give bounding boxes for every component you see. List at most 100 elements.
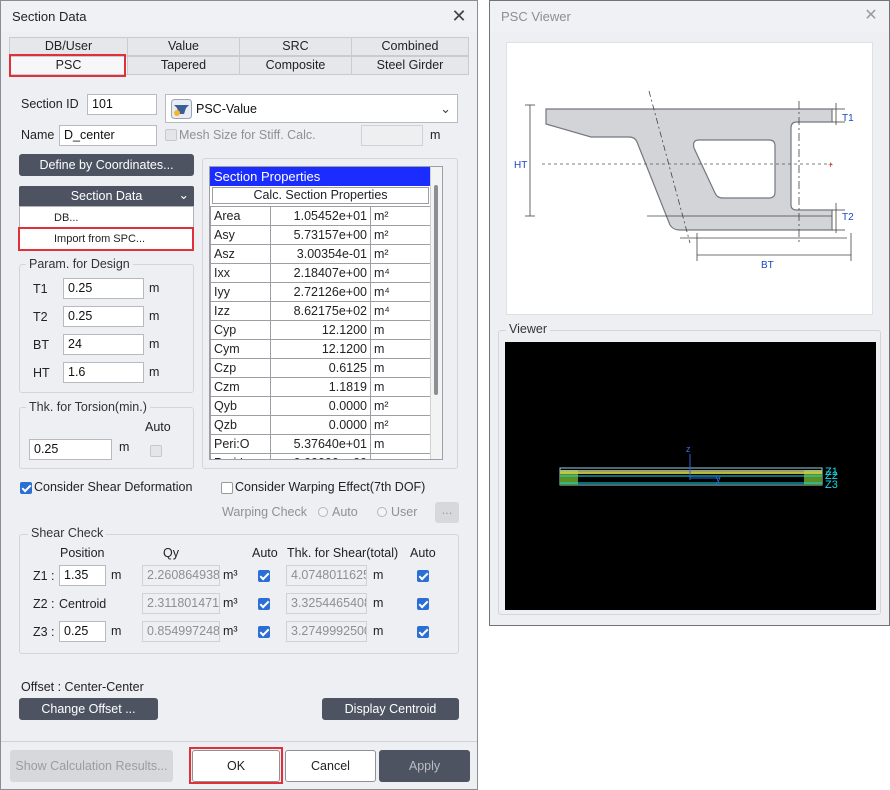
- tab-label: Value: [167, 39, 200, 53]
- property-unit: m⁴: [370, 263, 432, 283]
- dialog-title: Section Data: [12, 9, 87, 24]
- property-name: Asy: [210, 225, 271, 245]
- change-offset-button[interactable]: Change Offset ...: [19, 698, 158, 720]
- z1-thk-field[interactable]: 4.0748011625: [286, 565, 367, 586]
- name-field[interactable]: D_center: [59, 125, 157, 146]
- z1-position-field[interactable]: 1.35: [59, 565, 106, 586]
- warping-options-button[interactable]: ...: [435, 502, 459, 523]
- tab-composite[interactable]: Composite: [239, 56, 352, 75]
- chevron-down-icon: ⌄: [440, 101, 451, 116]
- button-label: Calc. Section Properties: [253, 188, 388, 202]
- highlight-import-spc: [18, 227, 194, 251]
- property-value: 12.1200: [270, 339, 371, 359]
- display-centroid-button[interactable]: Display Centroid: [322, 698, 459, 720]
- show-calculation-results-button[interactable]: Show Calculation Results...: [10, 750, 173, 782]
- section-data-dropdown-button[interactable]: Section Data ⌄: [19, 186, 194, 206]
- mesh-size-field[interactable]: [361, 125, 423, 146]
- property-name: Peri:O: [210, 434, 271, 454]
- z3-qy-field[interactable]: 0.854997248: [142, 621, 220, 642]
- axis-z-label: z: [686, 444, 691, 454]
- z2-qy-unit: m³: [223, 596, 238, 610]
- z3-thk-auto-checkbox[interactable]: [417, 626, 429, 638]
- z2-qy-field[interactable]: 2.3118014718: [142, 593, 220, 614]
- z2-label: Z2 :: [33, 597, 55, 611]
- property-row: Ixx 2.18407e+00 m⁴: [210, 263, 432, 283]
- ht-label: HT: [514, 160, 527, 171]
- param-unit: m: [149, 309, 160, 323]
- param-group-title: Param. for Design: [26, 257, 133, 271]
- cancel-button[interactable]: Cancel: [285, 750, 376, 782]
- properties-scrollbar[interactable]: [430, 167, 442, 459]
- property-value: 0.6125: [270, 358, 371, 378]
- bt-label: BT: [761, 260, 774, 271]
- property-value: 2.72126e+00: [270, 282, 371, 302]
- z2-qy-auto-checkbox[interactable]: [258, 598, 270, 610]
- button-label: Section Data: [70, 189, 143, 203]
- property-name: Ixx: [210, 263, 271, 283]
- calc-section-properties-button[interactable]: Calc. Section Properties: [212, 187, 429, 204]
- button-label: Change Offset ...: [41, 702, 136, 716]
- tab-value[interactable]: Value: [127, 37, 240, 56]
- section-id-label: Section ID: [21, 97, 79, 111]
- viewer-canvas[interactable]: z y Z1 Z2 Z3: [505, 342, 876, 610]
- param-ht-field[interactable]: 1.6: [63, 362, 144, 383]
- tab-label: Tapered: [160, 58, 207, 72]
- tab-tapered[interactable]: Tapered: [127, 56, 240, 75]
- z3-qy-auto-checkbox[interactable]: [258, 626, 270, 638]
- z3-thk-field[interactable]: 3.2749992500: [286, 621, 367, 642]
- property-row: Peri:I0.00000e+00m: [210, 453, 432, 459]
- z2-thk-field[interactable]: 3.3254465408: [286, 593, 367, 614]
- property-row: Cyp 12.1200 m: [210, 320, 432, 340]
- param-bt-field[interactable]: 24: [63, 334, 144, 355]
- tab-label: DB/User: [44, 39, 93, 53]
- torsion-field[interactable]: 0.25: [29, 439, 112, 460]
- consider-shear-checkbox[interactable]: [20, 482, 32, 494]
- section-type-select[interactable]: PSC-Value ⌄: [165, 94, 458, 123]
- col-position: Position: [60, 546, 105, 560]
- properties-frame: Section Properties Calc. Section Propert…: [209, 166, 443, 460]
- scrollbar-thumb[interactable]: [434, 185, 438, 395]
- property-name: Czp: [210, 358, 271, 378]
- t2-label: T2: [842, 212, 854, 223]
- close-icon[interactable]: ✕: [450, 7, 468, 25]
- highlight-ok-button: [189, 747, 283, 784]
- define-by-coordinates-button[interactable]: Define by Coordinates...: [19, 154, 194, 176]
- section-id-field[interactable]: 101: [87, 94, 157, 115]
- property-unit: m: [370, 434, 432, 454]
- svg-text:+: +: [828, 160, 833, 170]
- viewer-section-render: z y Z1 Z2 Z3: [559, 444, 838, 491]
- z1-qy-auto-checkbox[interactable]: [258, 570, 270, 582]
- tab-steel-girder[interactable]: Steel Girder: [351, 56, 469, 75]
- z2-position-value: Centroid: [59, 597, 107, 611]
- property-unit: m⁴: [370, 282, 432, 302]
- warping-auto-radio[interactable]: [318, 507, 328, 517]
- param-unit: m: [149, 281, 160, 295]
- z1-qy-field[interactable]: 2.260864938: [142, 565, 220, 586]
- z2-thk-auto-checkbox[interactable]: [417, 598, 429, 610]
- property-unit: m: [370, 320, 432, 340]
- z3-position-field[interactable]: 0.25: [59, 621, 106, 642]
- torsion-auto-checkbox[interactable]: [150, 445, 162, 457]
- mesh-size-checkbox[interactable]: [165, 129, 177, 141]
- tab-combined[interactable]: Combined: [351, 37, 469, 56]
- property-unit: m²: [370, 206, 432, 226]
- chevron-down-icon: ⌄: [178, 188, 189, 202]
- warping-user-radio[interactable]: [377, 507, 387, 517]
- apply-button[interactable]: Apply: [379, 750, 470, 782]
- consider-warping-checkbox[interactable]: [221, 482, 233, 494]
- tab-src[interactable]: SRC: [239, 37, 352, 56]
- close-icon[interactable]: ✕: [862, 7, 880, 25]
- property-row: Czp 0.6125 m: [210, 358, 432, 378]
- z3-qy-unit: m³: [223, 624, 238, 638]
- girder-outline: [545, 108, 833, 231]
- z1-thk-auto-checkbox[interactable]: [417, 570, 429, 582]
- param-t1-field[interactable]: 0.25: [63, 278, 144, 299]
- property-value: 0.0000: [270, 415, 371, 435]
- psc-value-icon: [171, 99, 192, 119]
- property-row: Cym 12.1200 m: [210, 339, 432, 359]
- menu-item-db[interactable]: DB...: [54, 212, 78, 224]
- param-t2-field[interactable]: 0.25: [63, 306, 144, 327]
- property-row: Asy 5.73157e+00 m²: [210, 225, 432, 245]
- shear-check-title: Shear Check: [28, 526, 107, 540]
- offset-label: Offset : Center-Center: [21, 680, 144, 694]
